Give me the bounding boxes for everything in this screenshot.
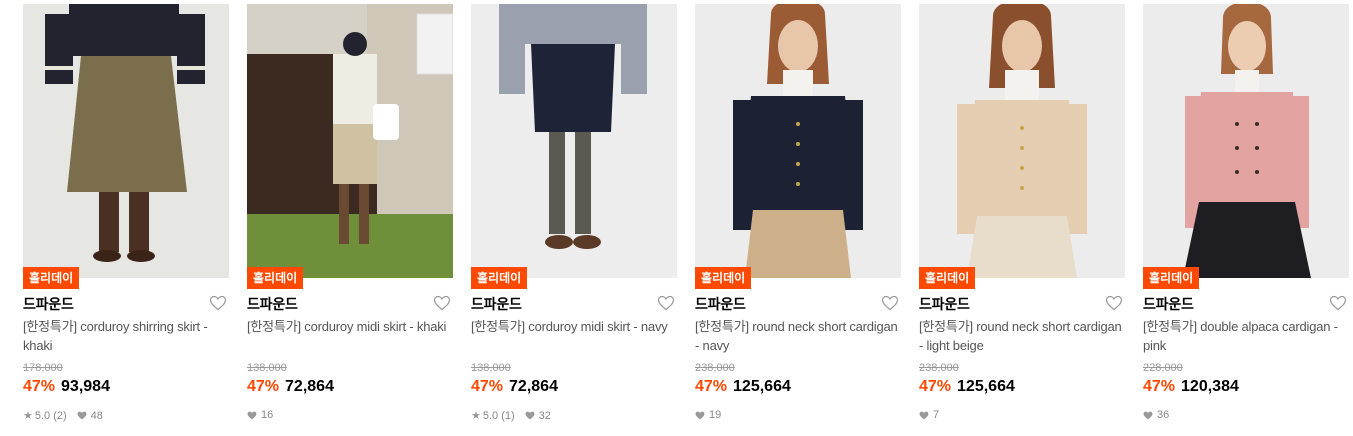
original-price: 238,000 [919,362,959,374]
price-row: 47% 120,384 [1143,378,1239,396]
product-title[interactable]: [한정특가] round neck short cardigan - navy [695,317,901,355]
brand-name[interactable]: 드파운드 [23,294,74,314]
rating-value: 5.0 (1) [482,409,515,422]
price-row: 47% 125,664 [919,378,1015,396]
likes-heart-icon [525,411,535,420]
likes-heart-icon [1143,411,1153,419]
product-image[interactable] [471,4,677,278]
holiday-badge: 홀리데이 [1143,267,1200,289]
discount-percent: 47% [471,378,504,395]
wishlist-heart-icon[interactable] [1329,295,1347,311]
holiday-badge: 홀리데이 [23,267,80,289]
product-title[interactable]: [한정특가] corduroy midi skirt - navy [471,317,677,336]
holiday-badge: 홀리데이 [471,267,528,289]
product-title[interactable]: [한정특가] corduroy shirring skirt - khaki [23,317,229,355]
holiday-badge: 홀리데이 [247,267,304,289]
review-meta: ★ 5.0 (1) 32 [471,409,551,423]
likes-count: 36 [1157,409,1170,421]
sale-price: 72,864 [285,378,334,395]
wishlist-heart-icon[interactable] [881,295,899,311]
original-price: 138,000 [247,362,287,374]
likes-count: 16 [261,409,274,421]
holiday-badge: 홀리데이 [919,267,976,289]
product-card[interactable]: 홀리데이 드파운드 [한정특가] corduroy midi skirt - n… [471,0,677,436]
brand-name[interactable]: 드파운드 [695,294,746,314]
original-price: 178,000 [23,362,63,374]
sale-price: 72,864 [509,378,558,395]
discount-percent: 47% [23,378,56,395]
product-image[interactable] [695,4,901,278]
product-card[interactable]: 홀리데이 드파운드 [한정특가] corduroy shirring skirt… [23,0,229,436]
likes-count: 7 [933,409,940,421]
likes-count: 32 [538,409,551,422]
likes-count: 19 [709,409,722,421]
rating-value: 5.0 (2) [34,409,67,422]
product-image[interactable] [23,4,229,278]
discount-percent: 47% [247,378,280,395]
discount-percent: 47% [695,378,728,395]
original-price: 138,000 [471,362,511,374]
product-image[interactable] [247,4,453,278]
review-meta: ★ 5.0 (2) 48 [23,409,103,423]
wishlist-heart-icon[interactable] [1105,295,1123,311]
sale-price: 93,984 [61,378,110,395]
brand-name[interactable]: 드파운드 [247,294,298,314]
star-icon: ★ [471,410,481,422]
likes-heart-icon [247,411,257,419]
star-icon: ★ [23,410,33,422]
product-image[interactable] [1143,4,1349,278]
review-meta: 7 [919,409,939,421]
wishlist-heart-icon[interactable] [209,295,227,311]
likes-heart-icon [77,411,87,420]
original-price: 238,000 [695,362,735,374]
sale-price: 120,384 [1181,378,1239,395]
price-row: 47% 72,864 [247,378,334,396]
price-row: 47% 93,984 [23,378,110,396]
review-meta: 19 [695,409,721,421]
product-card[interactable]: 홀리데이 드파운드 [한정특가] round neck short cardig… [919,0,1125,436]
likes-count: 48 [90,409,103,422]
wishlist-heart-icon[interactable] [657,295,675,311]
product-card[interactable]: 홀리데이 드파운드 [한정특가] corduroy midi skirt - k… [247,0,453,436]
discount-percent: 47% [1143,378,1176,395]
price-row: 47% 125,664 [695,378,791,396]
sale-price: 125,664 [733,378,791,395]
wishlist-heart-icon[interactable] [433,295,451,311]
discount-percent: 47% [919,378,952,395]
product-title[interactable]: [한정특가] corduroy midi skirt - khaki [247,317,453,336]
brand-name[interactable]: 드파운드 [471,294,522,314]
holiday-badge: 홀리데이 [695,267,752,289]
product-title[interactable]: [한정특가] round neck short cardigan - light… [919,317,1125,355]
likes-heart-icon [919,411,929,419]
sale-price: 125,664 [957,378,1015,395]
product-title[interactable]: [한정특가] double alpaca cardigan - pink [1143,317,1349,355]
product-image[interactable] [919,4,1125,278]
product-card[interactable]: 홀리데이 드파운드 [한정특가] round neck short cardig… [695,0,901,436]
product-card[interactable]: 홀리데이 드파운드 [한정특가] double alpaca cardigan … [1143,0,1349,436]
original-price: 228,000 [1143,362,1183,374]
likes-heart-icon [695,411,705,419]
brand-name[interactable]: 드파운드 [919,294,970,314]
price-row: 47% 72,864 [471,378,558,396]
review-meta: 16 [247,409,273,421]
product-grid: 홀리데이 드파운드 [한정특가] corduroy shirring skirt… [0,0,1353,436]
brand-name[interactable]: 드파운드 [1143,294,1194,314]
review-meta: 36 [1143,409,1169,421]
